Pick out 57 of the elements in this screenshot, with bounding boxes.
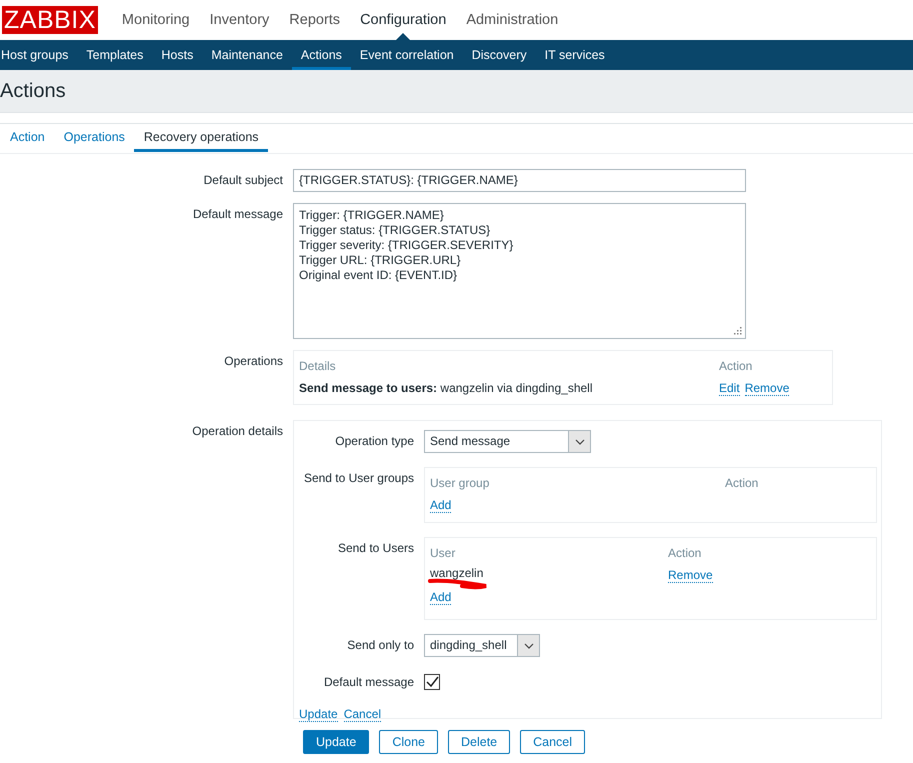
- operation-details: Send message to users: wangzelin via dingding_shell: [299, 381, 594, 395]
- form-button[interactable]: Delete: [448, 730, 510, 754]
- field-label: Operation details: [191, 423, 284, 440]
- column-header: Details: [299, 359, 337, 373]
- message-line: Trigger severity: {TRIGGER.SEVERITY}: [299, 238, 514, 253]
- form-button[interactable]: Clone: [379, 730, 438, 754]
- form-button[interactable]: Cancel: [520, 730, 586, 754]
- message-line: Trigger status: {TRIGGER.STATUS}: [299, 223, 492, 238]
- main-menu-item[interactable]: Inventory: [200, 0, 280, 40]
- add-link[interactable]: Add: [430, 590, 452, 604]
- form-link[interactable]: Cancel: [344, 707, 382, 722]
- column-header: Action: [668, 546, 702, 560]
- field-label: Default message: [322, 674, 415, 691]
- field-label: Send to User groups: [302, 470, 415, 487]
- action-link[interactable]: Remove: [744, 380, 790, 396]
- column-header: Action: [719, 359, 752, 373]
- message-line: Trigger: {TRIGGER.NAME}: [299, 208, 445, 223]
- tab[interactable]: Action: [0, 124, 54, 152]
- field-label: Default subject: [202, 172, 284, 189]
- field-label: Operations: [223, 353, 284, 370]
- sub-menu-item[interactable]: Maintenance: [202, 40, 292, 70]
- column-header: User group: [430, 476, 490, 490]
- remove-link[interactable]: Remove: [668, 568, 713, 582]
- send-only-to-select[interactable]: dingding_shell: [424, 634, 540, 657]
- sub-menu-item[interactable]: Discovery: [462, 40, 536, 70]
- column-header: Action: [725, 476, 758, 490]
- subject-field[interactable]: {TRIGGER.STATUS}: {TRIGGER.NAME}: [293, 169, 746, 192]
- form-button[interactable]: Update: [303, 730, 370, 754]
- sub-menu-item[interactable]: Hosts: [152, 40, 202, 70]
- checkbox[interactable]: [424, 674, 440, 690]
- main-menu-item[interactable]: Administration: [456, 0, 568, 40]
- main-menu-item[interactable]: Reports: [279, 0, 350, 40]
- page-title: Actions: [0, 80, 66, 102]
- sub-menu-item[interactable]: Templates: [77, 40, 152, 70]
- message-line: Original event ID: {EVENT.ID}: [299, 268, 458, 283]
- operation-type-select[interactable]: Send message: [424, 430, 591, 453]
- dropdown-caret-icon: [524, 642, 534, 648]
- dropdown-caret-icon: [574, 438, 584, 444]
- resize-grip-icon[interactable]: [733, 326, 742, 335]
- field-label: Operation type: [334, 433, 415, 450]
- add-link[interactable]: Add: [430, 498, 452, 512]
- action-link[interactable]: Edit: [719, 380, 740, 396]
- form-link[interactable]: Update: [299, 707, 338, 722]
- sub-menu-item[interactable]: Event correlation: [350, 40, 463, 70]
- field-label: Default message: [192, 206, 284, 223]
- main-menu-item[interactable]: Monitoring: [112, 0, 200, 40]
- sub-menu-item[interactable]: IT services: [536, 40, 614, 70]
- column-header: User: [430, 546, 456, 560]
- tab[interactable]: Operations: [54, 124, 134, 152]
- field-label: Send only to: [346, 637, 415, 654]
- message-line: Trigger URL: {TRIGGER.URL}: [299, 253, 462, 268]
- user-name: wangzelin: [430, 566, 484, 580]
- tab[interactable]: Recovery operations: [134, 124, 268, 152]
- logo[interactable]: ZABBIX: [2, 6, 98, 34]
- message-field[interactable]: Trigger: {TRIGGER.NAME} Trigger status: {TRIGGER.STATUS} Trigger severity: {TRIGGER.SEVERITY} Trigger URL: {TRIGGER.URL} Original event ID: {EVENT.ID}: [293, 203, 746, 339]
- field-label: Send to Users: [336, 540, 415, 557]
- sub-menu-item[interactable]: Host groups: [1, 40, 78, 70]
